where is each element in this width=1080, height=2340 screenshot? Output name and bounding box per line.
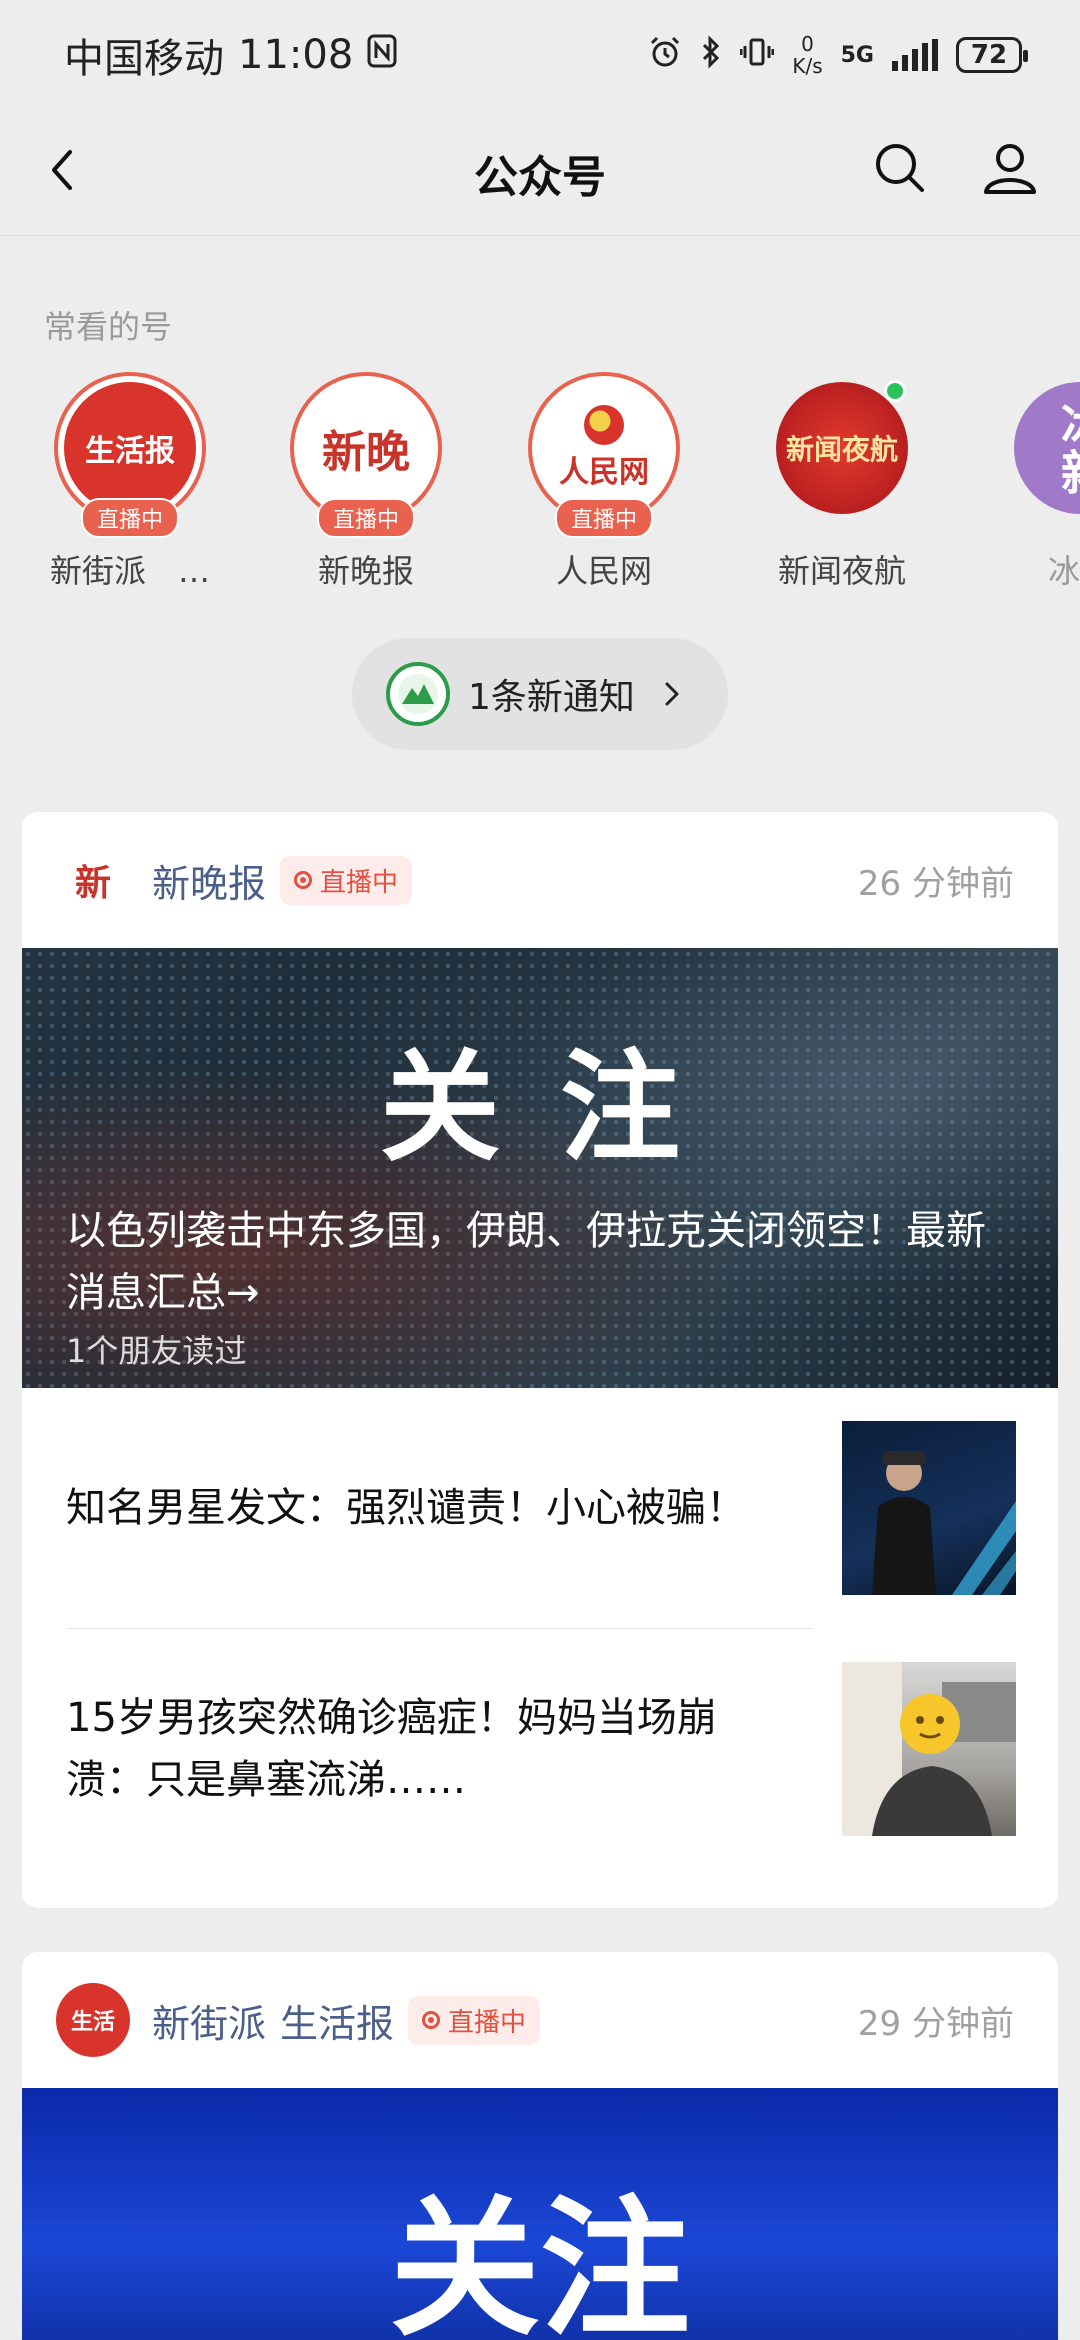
friends-read-label: 1个朋友读过	[66, 1332, 247, 1370]
article-item[interactable]: 知名男星发文：强烈谴责！小心被骗！	[22, 1388, 1058, 1628]
article-title: 15岁男孩突然确诊癌症！妈妈当场崩溃：只是鼻塞流涕……	[66, 1695, 717, 1803]
user-icon[interactable]	[980, 138, 1040, 198]
carrier-label: 中国移动	[64, 36, 224, 82]
account-name: 新街派 …	[49, 552, 210, 590]
frequent-label: 常看的号	[44, 308, 173, 346]
live-badge: 直播中	[80, 498, 180, 538]
live-badge: 直播中	[554, 498, 654, 538]
network-type: 5G	[840, 42, 874, 68]
notification-account-icon	[386, 662, 450, 726]
account-name: 新晚报	[317, 552, 414, 590]
live-icon	[294, 871, 313, 889]
live-badge: 直播中	[316, 498, 416, 538]
article-item[interactable]: 15岁男孩突然确诊癌症！妈妈当场崩溃：只是鼻塞流涕……	[22, 1629, 1058, 1869]
notification-text: 1条新通知	[468, 677, 635, 718]
article-thumbnail	[842, 1662, 1016, 1836]
post-time: 26 分钟前	[857, 863, 1014, 904]
search-icon[interactable]	[870, 138, 930, 198]
frequent-accounts-row: 生活报 直播中 新街派 … 新晚 直播中 新晚报 人民网 直播中 人民网 新闻夜…	[0, 372, 1080, 592]
vibrate-icon	[739, 35, 775, 76]
live-icon	[422, 2011, 441, 2029]
frequent-account-item[interactable]: 新晚 直播中 新晚报	[256, 372, 476, 592]
hero-article[interactable]: 关注	[22, 2088, 1058, 2340]
frequent-account-item[interactable]: 冰新 冰城	[970, 372, 1080, 592]
article-thumbnail	[842, 1421, 1016, 1595]
account-avatar: 人民网	[538, 382, 670, 514]
hero-article[interactable]: 关注 以色列袭击中东多国，伊朗、伊拉克关闭领空！最新消息汇总→ 1个朋友读过	[22, 948, 1058, 1388]
frequent-account-item[interactable]: 生活报 直播中 新街派 …	[20, 372, 240, 592]
nav-bar: 公众号	[0, 110, 1080, 236]
clock: 11:08	[238, 32, 354, 78]
article-title: 知名男星发文：强烈谴责！小心被骗！	[66, 1485, 746, 1531]
account-avatar: 新闻夜航	[776, 382, 908, 514]
page-title: 公众号	[474, 151, 606, 203]
status-bar: 中国移动 11:08 0 K/s 5G 72	[0, 0, 1080, 110]
account-name: 新闻夜航	[777, 552, 906, 590]
card-header[interactable]: 新 新晚报 直播中 26 分钟前	[22, 812, 1058, 948]
post-time: 29 分钟前	[857, 2003, 1014, 2044]
account-logo: 新	[56, 843, 130, 917]
account-avatar: 冰新	[1014, 382, 1080, 514]
back-icon[interactable]	[36, 140, 96, 200]
notification-pill[interactable]: 1条新通知	[352, 638, 728, 750]
hero-banner-text: 关注	[389, 2181, 690, 2340]
signal-icon	[892, 39, 938, 71]
account-feed-card: 新 新晚报 直播中 26 分钟前 关注 以色列袭击中东多国，伊朗、伊拉克关闭领空…	[22, 812, 1058, 1908]
account-name[interactable]: 新街派	[152, 1993, 266, 2048]
account-name: 人民网	[555, 552, 652, 590]
frequent-account-item[interactable]: 人民网 直播中 人民网	[494, 372, 714, 592]
alarm-icon	[648, 35, 682, 76]
account-feed-card: 生活 新街派 生活报 直播中 29 分钟前 关注	[22, 1952, 1058, 2340]
battery-icon: 72	[956, 37, 1028, 73]
people-logo-icon	[584, 405, 624, 445]
hero-banner-text: 关注	[380, 1037, 740, 1178]
card-header[interactable]: 生活 新街派 生活报 直播中 29 分钟前	[22, 1952, 1058, 2088]
account-name: 冰城	[1047, 552, 1080, 590]
live-badge: 直播中	[408, 1995, 541, 2045]
frequent-account-item[interactable]: 新闻夜航 新闻夜航	[732, 372, 952, 592]
account-avatar: 新晚	[300, 382, 432, 514]
chevron-right-icon	[657, 679, 687, 709]
nfc-icon	[367, 32, 397, 78]
net-speed: 0 K/s	[792, 32, 823, 78]
account-logo: 生活	[56, 1983, 130, 2057]
new-update-dot	[884, 380, 906, 402]
hero-article-title: 以色列袭击中东多国，伊朗、伊拉克关闭领空！最新消息汇总→	[66, 1208, 986, 1316]
live-badge: 直播中	[280, 855, 413, 905]
bluetooth-icon	[700, 34, 722, 76]
account-name[interactable]: 新晚报	[152, 853, 266, 908]
account-avatar: 生活报	[64, 382, 196, 514]
account-name-secondary[interactable]: 生活报	[280, 1993, 394, 2048]
